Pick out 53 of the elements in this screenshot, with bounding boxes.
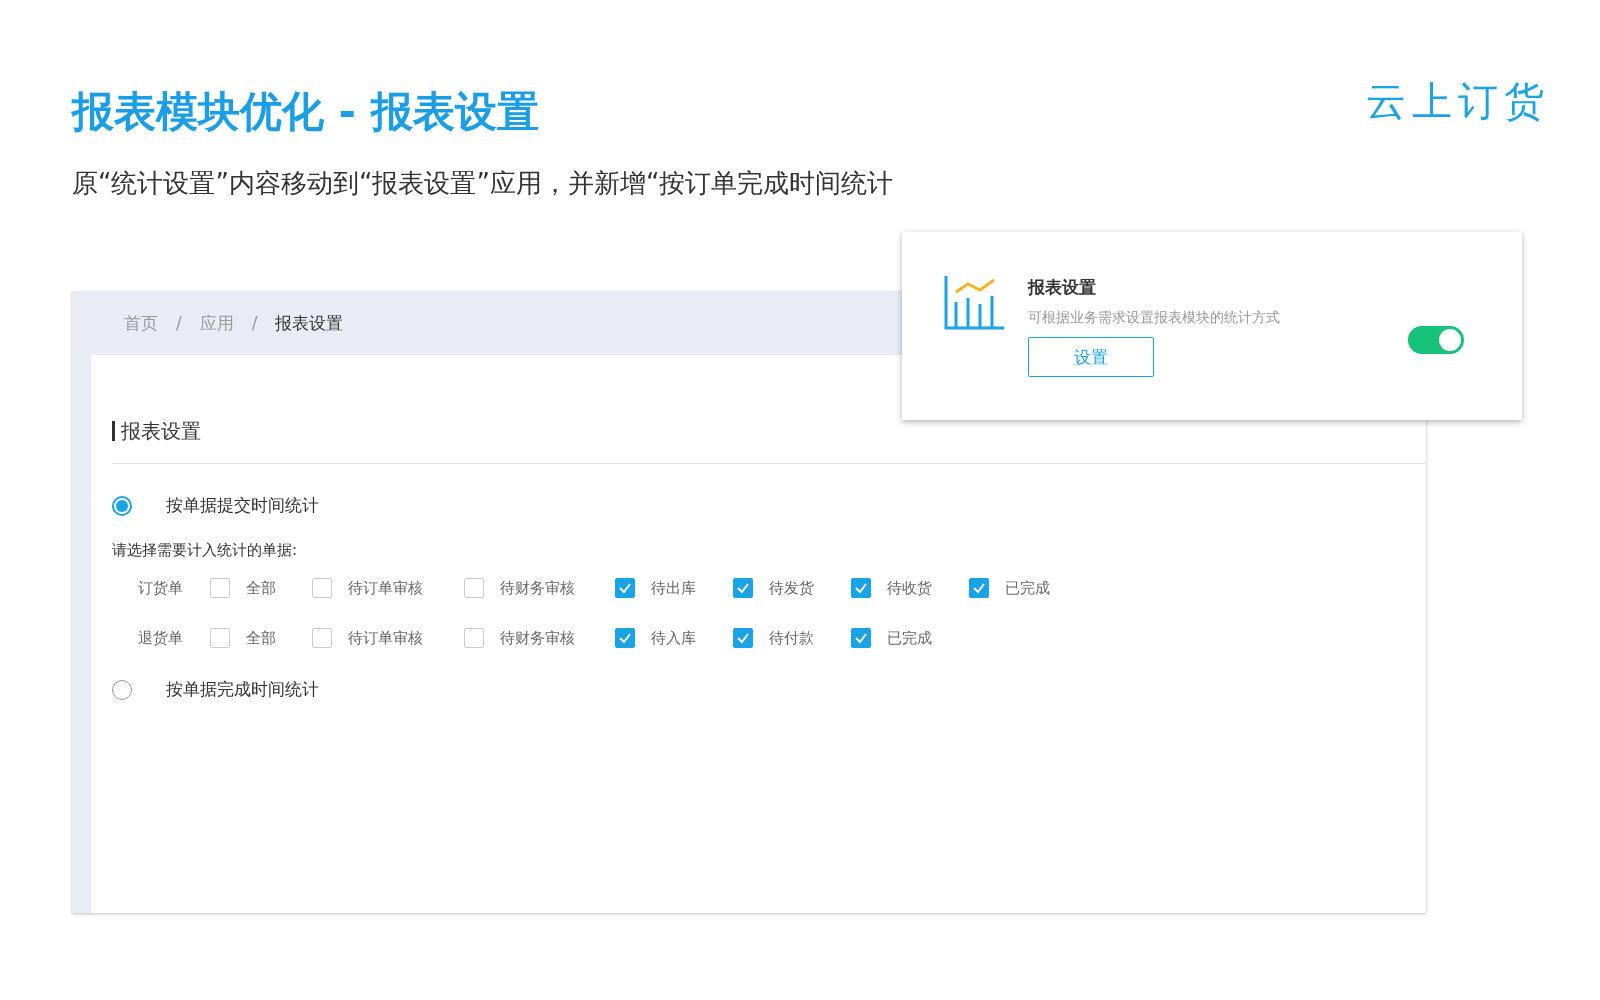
checkmark-icon	[618, 632, 632, 644]
hint-text: 请选择需要计入统计的单据:	[112, 541, 299, 560]
breadcrumb-item[interactable]: 报表设置	[275, 311, 344, 335]
checkbox[interactable]	[312, 628, 332, 648]
checkbox[interactable]	[210, 578, 230, 598]
checkbox-label: 待付款	[769, 628, 814, 648]
checkbox[interactable]	[733, 578, 753, 598]
group-label: 退货单	[138, 628, 184, 648]
radio-button[interactable]	[112, 495, 132, 516]
checkbox[interactable]	[312, 578, 332, 598]
checkmark-icon	[972, 582, 986, 594]
checkbox[interactable]	[969, 578, 989, 598]
card-description: 可根据业务需求设置报表模块的统计方式	[1028, 309, 1280, 327]
checkbox[interactable]	[464, 578, 484, 598]
checkbox-label: 待出库	[651, 578, 696, 598]
checkbox[interactable]	[615, 628, 635, 648]
checkbox-label: 待财务审核	[500, 578, 575, 598]
checkbox-label: 已完成	[887, 628, 932, 648]
checkmark-icon	[736, 582, 750, 594]
slide-subtitle: 原“统计设置”内容移动到“报表设置”应用，并新增“按订单完成时间统计	[72, 167, 895, 200]
checkmark-icon	[854, 632, 868, 644]
breadcrumb-item[interactable]: 首页	[124, 311, 158, 335]
checkbox-label: 全部	[246, 628, 276, 648]
radio-label: 按单据提交时间统计	[166, 494, 319, 517]
checkmark-icon	[618, 582, 632, 594]
checkbox-label: 已完成	[1005, 578, 1050, 598]
chart-icon	[944, 276, 1004, 330]
card-title: 报表设置	[1028, 276, 1097, 299]
settings-button[interactable]: 设置	[1028, 337, 1154, 377]
checkbox-label: 待订单审核	[348, 578, 423, 598]
checkbox-label: 待入库	[651, 628, 696, 648]
checkbox-label: 待财务审核	[500, 628, 575, 648]
toggle-switch[interactable]	[1408, 326, 1464, 354]
radio-label: 按单据完成时间统计	[166, 678, 319, 701]
checkbox[interactable]	[851, 628, 871, 648]
checkmark-icon	[854, 582, 868, 594]
checkbox[interactable]	[615, 578, 635, 598]
checkbox[interactable]	[851, 578, 871, 598]
radio-button[interactable]	[112, 679, 132, 700]
checkbox-label: 待发货	[769, 578, 814, 598]
checkbox-label: 待收货	[887, 578, 932, 598]
checkbox-label: 全部	[246, 578, 276, 598]
group-label: 订货单	[138, 578, 184, 598]
checkbox[interactable]	[733, 628, 753, 648]
logo: 云上订货	[1366, 77, 1550, 126]
checkbox-label: 待订单审核	[348, 628, 423, 648]
checkbox[interactable]	[210, 628, 230, 648]
breadcrumb-item[interactable]: 应用	[199, 311, 234, 335]
breadcrumb-separator: /	[251, 313, 258, 333]
checkmark-icon	[736, 632, 750, 644]
breadcrumb-separator: /	[176, 313, 182, 333]
checkbox[interactable]	[464, 628, 484, 648]
slide-title: 报表模块优化 - 报表设置	[72, 86, 539, 138]
